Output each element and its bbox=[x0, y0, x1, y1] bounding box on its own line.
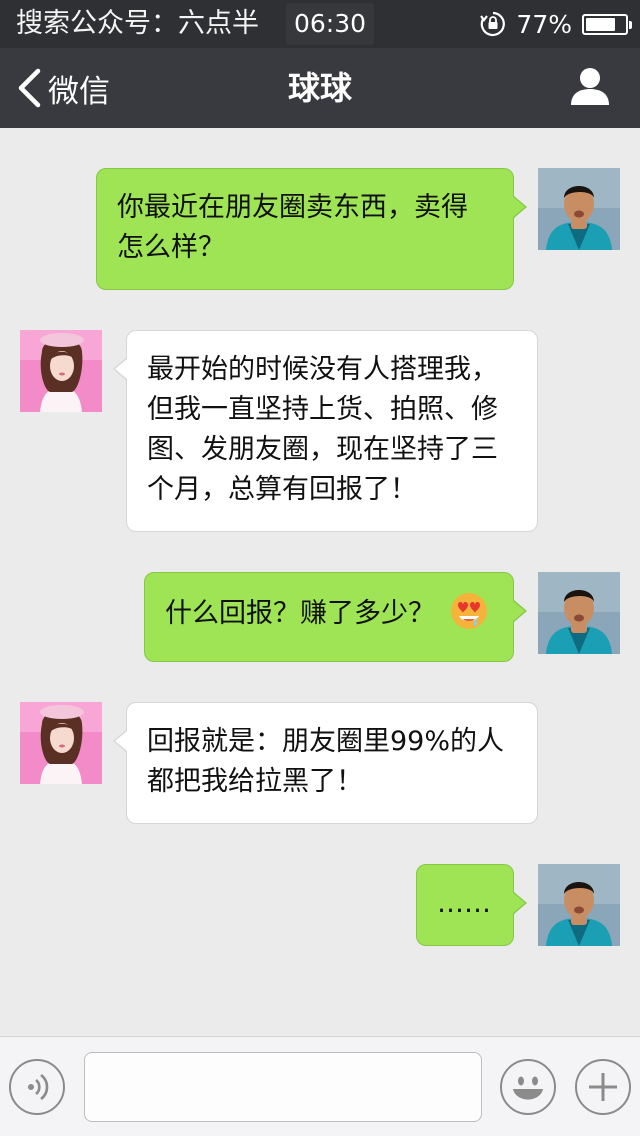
message-text: 最开始的时候没有人搭理我，但我一直坚持上货、拍照、修图、发朋友圈，现在坚持了三个… bbox=[147, 354, 498, 505]
chevron-left-icon bbox=[18, 68, 41, 108]
voice-button[interactable] bbox=[9, 1059, 65, 1115]
status-carrier-text: 搜索公众号：六点半 bbox=[16, 8, 259, 39]
smiley-icon bbox=[513, 1076, 543, 1100]
message-bubble-me[interactable]: …… bbox=[416, 864, 527, 946]
message-text: 回报就是：朋友圈里99%的人都把我给拉黑了！ bbox=[147, 726, 505, 797]
battery-percent: 77% bbox=[516, 9, 572, 39]
plus-button[interactable] bbox=[575, 1059, 631, 1115]
status-bar: 搜索公众号：六点半 06:30 77% bbox=[0, 0, 640, 48]
message-bubble-me[interactable]: 什么回报？赚了多少？ bbox=[144, 572, 527, 662]
battery-icon bbox=[582, 13, 632, 35]
nav-bar: 微信 球球 bbox=[0, 48, 640, 128]
message-bubble-contact[interactable]: 回报就是：朋友圈里99%的人都把我给拉黑了！ bbox=[113, 702, 538, 824]
battery-fill bbox=[586, 17, 616, 31]
avatar-contact[interactable] bbox=[20, 330, 102, 412]
rotation-lock-icon bbox=[480, 11, 506, 37]
message-text: …… bbox=[437, 888, 491, 919]
plus-icon bbox=[589, 1073, 617, 1101]
person-icon[interactable] bbox=[570, 66, 610, 106]
input-bar bbox=[0, 1036, 640, 1136]
avatar-me[interactable] bbox=[538, 572, 620, 654]
avatar-me[interactable] bbox=[538, 168, 620, 250]
emoji-button[interactable] bbox=[500, 1059, 556, 1115]
avatar-contact[interactable] bbox=[20, 702, 102, 784]
avatar-me[interactable] bbox=[538, 864, 620, 946]
message-bubble-me[interactable]: 你最近在朋友圈卖东西，卖得怎么样？ bbox=[96, 168, 527, 290]
message-bubble-contact[interactable]: 最开始的时候没有人搭理我，但我一直坚持上货、拍照、修图、发朋友圈，现在坚持了三个… bbox=[113, 330, 538, 532]
back-label: 微信 bbox=[48, 73, 110, 110]
back-button[interactable]: 微信 bbox=[16, 48, 110, 128]
voice-icon bbox=[28, 1073, 49, 1101]
message-text: 你最近在朋友圈卖东西，卖得怎么样？ bbox=[117, 192, 468, 263]
heart-eyes-drooling-emoji-icon bbox=[450, 593, 487, 629]
status-time: 06:30 bbox=[286, 3, 375, 45]
message-text: 什么回报？赚了多少？ bbox=[165, 598, 435, 629]
message-input[interactable] bbox=[84, 1052, 482, 1122]
chat-area: 你最近在朋友圈卖东西，卖得怎么样？ 最开始的时候没有人搭理我，但我一直坚持上货、… bbox=[0, 128, 640, 1036]
status-right-group: 77% bbox=[480, 6, 632, 42]
